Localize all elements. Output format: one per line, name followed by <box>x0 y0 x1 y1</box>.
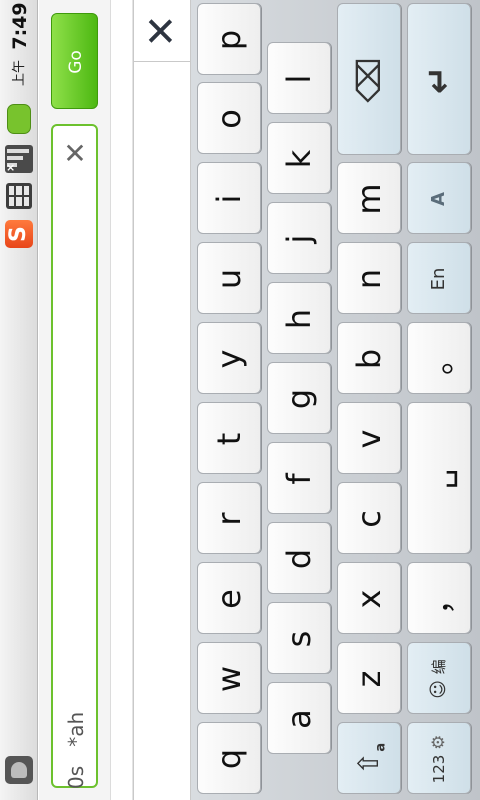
key-z[interactable]: z <box>337 642 401 714</box>
key-h[interactable]: h <box>267 282 331 354</box>
number-mode-key[interactable]: 123 ⚙ <box>407 722 471 794</box>
url-input-panel: Go ✕ 0s *ah <box>39 0 111 800</box>
go-button[interactable]: Go <box>51 13 98 109</box>
key-f[interactable]: f <box>267 442 331 514</box>
sogou-letter: S <box>6 226 31 242</box>
key-u[interactable]: u <box>197 242 261 314</box>
candidate-panel: ✕ <box>133 0 191 800</box>
key-t[interactable]: t <box>197 402 261 474</box>
status-bar: 7:49 上午 × S <box>0 0 38 800</box>
close-keyboard-button[interactable]: ✕ <box>134 0 190 62</box>
keyboard-mode-key[interactable]: A <box>407 162 471 234</box>
input-value: 0s *ah <box>64 655 88 789</box>
key-q[interactable]: q <box>197 722 261 794</box>
key-g[interactable]: g <box>267 362 331 434</box>
enter-icon: ↵ <box>419 65 459 95</box>
key-w[interactable]: w <box>197 642 261 714</box>
close-icon: ✕ <box>139 14 185 48</box>
status-time: 7:49 <box>9 2 31 50</box>
language-key[interactable]: En <box>407 242 471 314</box>
status-ampm: 上午 <box>12 59 27 86</box>
gear-icon: ⚙ <box>429 734 449 750</box>
key-i[interactable]: i <box>197 162 261 234</box>
period-key[interactable]: 。 <box>407 322 471 394</box>
key-c[interactable]: c <box>337 482 401 554</box>
shift-key[interactable]: ⇧a <box>337 722 401 794</box>
keyboard-mode-icon: A <box>428 192 449 206</box>
key-x[interactable]: x <box>337 562 401 634</box>
emoji-icon: ☺ 编 <box>428 659 449 699</box>
key-b[interactable]: b <box>337 322 401 394</box>
shift-icon: ⇧a <box>352 742 389 776</box>
backspace-icon: ⌫ <box>350 57 388 103</box>
android-debug-icon <box>5 756 33 784</box>
key-y[interactable]: y <box>197 322 261 394</box>
key-j[interactable]: j <box>267 202 331 274</box>
key-d[interactable]: d <box>267 522 331 594</box>
no-signal-icon: × <box>5 145 33 173</box>
sogou-icon: S <box>5 220 33 248</box>
key-s[interactable]: s <box>267 602 331 674</box>
key-n[interactable]: n <box>337 242 401 314</box>
space-icon: ␣ <box>420 468 458 490</box>
backspace-key[interactable]: ⌫ <box>337 3 401 155</box>
space-key[interactable]: ␣ <box>407 402 471 554</box>
app-notification-icon <box>6 183 32 209</box>
key-v[interactable]: v <box>337 402 401 474</box>
input-cursor-text: 0s <box>64 765 88 789</box>
url-input-field[interactable]: ✕ 0s *ah <box>51 124 98 789</box>
key-k[interactable]: k <box>267 122 331 194</box>
go-label: Go <box>66 50 86 74</box>
soft-keyboard: q w e r t y u i o p a s d f g h j k l ⇧a… <box>191 0 480 800</box>
input-text: *ah <box>64 711 88 747</box>
key-p[interactable]: p <box>197 3 261 75</box>
emoji-key[interactable]: ☺ 编 <box>407 642 471 714</box>
page-background <box>111 0 133 800</box>
key-m[interactable]: m <box>337 162 401 234</box>
number-label: 123 ⚙ <box>429 734 449 784</box>
screen: 7:49 上午 × S Go ✕ 0s *ah ✕ q w e r t y u … <box>0 0 480 800</box>
key-o[interactable]: o <box>197 82 261 154</box>
clear-icon[interactable]: ✕ <box>61 140 89 168</box>
key-r[interactable]: r <box>197 482 261 554</box>
key-l[interactable]: l <box>267 42 331 114</box>
chat-notification-icon <box>7 104 31 134</box>
key-a[interactable]: a <box>267 682 331 754</box>
comma-key[interactable]: ， <box>407 562 471 634</box>
key-e[interactable]: e <box>197 562 261 634</box>
enter-key[interactable]: ↵ <box>407 3 471 155</box>
